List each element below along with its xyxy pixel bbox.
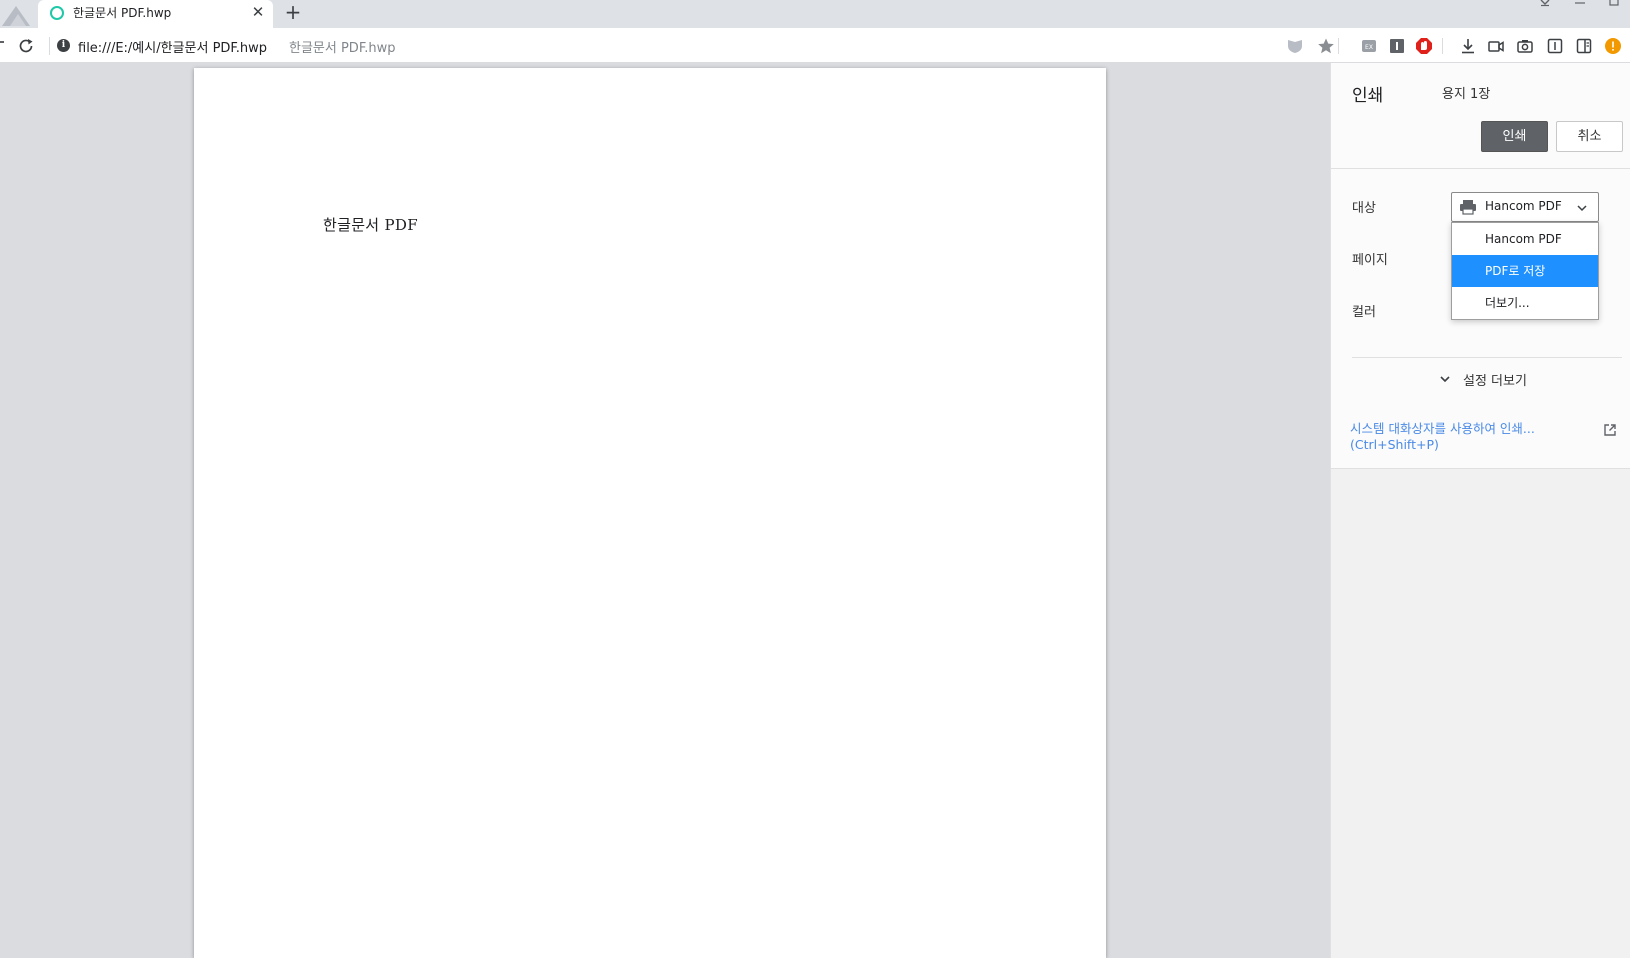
notification-badge-icon[interactable]: [1604, 37, 1622, 55]
tab-title: 한글문서 PDF.hwp: [73, 6, 172, 20]
pages-label: 페이지: [1352, 253, 1388, 268]
sheet-count: 용지 1장: [1442, 87, 1491, 102]
cancel-button[interactable]: 취소: [1556, 121, 1623, 152]
system-dialog-text: 시스템 대화상자를 사용하여 인쇄...: [1350, 421, 1535, 436]
preview-page: 한글문서 PDF: [194, 68, 1106, 958]
video-icon[interactable]: [1487, 37, 1505, 55]
extension-ex-icon[interactable]: EX: [1360, 37, 1378, 55]
bookmark-star-icon[interactable]: [1317, 37, 1335, 55]
print-button[interactable]: 인쇄: [1481, 121, 1548, 152]
site-info-icon[interactable]: i: [57, 39, 70, 52]
tab-favicon-icon: [50, 6, 64, 20]
browser-logo-icon: [2, 6, 30, 26]
tab-close-icon[interactable]: ✕: [249, 3, 267, 21]
address-toolbar: i file:///E:/예시/한글문서 PDF.hwp 한글문서 PDF.hw…: [0, 28, 1630, 63]
adblock-icon[interactable]: [1415, 37, 1433, 55]
color-label: 컬러: [1352, 305, 1376, 320]
tab-active[interactable]: 한글문서 PDF.hwp ✕: [38, 0, 273, 28]
back-icon[interactable]: [0, 41, 4, 43]
destination-label: 대상: [1352, 201, 1376, 216]
minimize-icon[interactable]: [1572, 0, 1588, 10]
destination-value: Hancom PDF: [1485, 199, 1562, 213]
dropdown-option-see-more[interactable]: 더보기...: [1452, 287, 1598, 319]
settings-divider: [1352, 357, 1622, 358]
tab-search-icon[interactable]: [1537, 0, 1553, 10]
printer-icon: [1460, 200, 1476, 215]
tab-strip: 한글문서 PDF.hwp ✕ +: [0, 0, 1630, 28]
destination-dropdown: Hancom PDF PDF로 저장 더보기...: [1451, 222, 1599, 320]
dropdown-option-save-as-pdf[interactable]: PDF로 저장: [1452, 255, 1598, 287]
toolbar-separator: [1442, 38, 1443, 54]
url-page-title: 한글문서 PDF.hwp: [289, 41, 396, 56]
url-text[interactable]: file:///E:/예시/한글문서 PDF.hwp: [78, 37, 267, 56]
toolbar-separator: [1338, 38, 1339, 54]
extension-reader-icon[interactable]: [1388, 37, 1406, 55]
print-title: 인쇄: [1352, 86, 1384, 106]
camera-icon[interactable]: [1516, 37, 1534, 55]
print-header: 인쇄 용지 1장 인쇄 취소: [1331, 63, 1630, 169]
shield-icon[interactable]: [1286, 37, 1304, 55]
toolbar-separator: [49, 37, 50, 55]
open-external-icon[interactable]: [1603, 423, 1617, 437]
destination-select[interactable]: Hancom PDF: [1451, 192, 1599, 222]
system-dialog-shortcut: (Ctrl+Shift+P): [1350, 437, 1439, 452]
reader-mode-icon[interactable]: [1546, 37, 1564, 55]
new-tab-button[interactable]: +: [282, 1, 304, 23]
chevron-down-icon: [1440, 376, 1450, 383]
maximize-icon[interactable]: [1606, 0, 1622, 10]
system-dialog-link[interactable]: 시스템 대화상자를 사용하여 인쇄... (Ctrl+Shift+P): [1350, 421, 1570, 453]
page-content-text: 한글문서 PDF: [323, 216, 418, 234]
chevron-down-icon: [1577, 205, 1587, 212]
sidebar-toggle-icon[interactable]: [1575, 37, 1593, 55]
dropdown-option-hancom-pdf[interactable]: Hancom PDF: [1452, 223, 1598, 255]
download-icon[interactable]: [1459, 37, 1477, 55]
reload-icon[interactable]: [17, 37, 35, 55]
print-sidebar: 인쇄 용지 1장 인쇄 취소 대상 Hancom PDF 페이지 컬러 설정 더…: [1330, 63, 1630, 958]
more-settings-toggle[interactable]: 설정 더보기: [1439, 367, 1527, 391]
print-preview-area: 한글문서 PDF: [0, 63, 1330, 958]
svg-text:EX: EX: [1365, 44, 1373, 51]
more-settings-label: 설정 더보기: [1463, 373, 1527, 389]
